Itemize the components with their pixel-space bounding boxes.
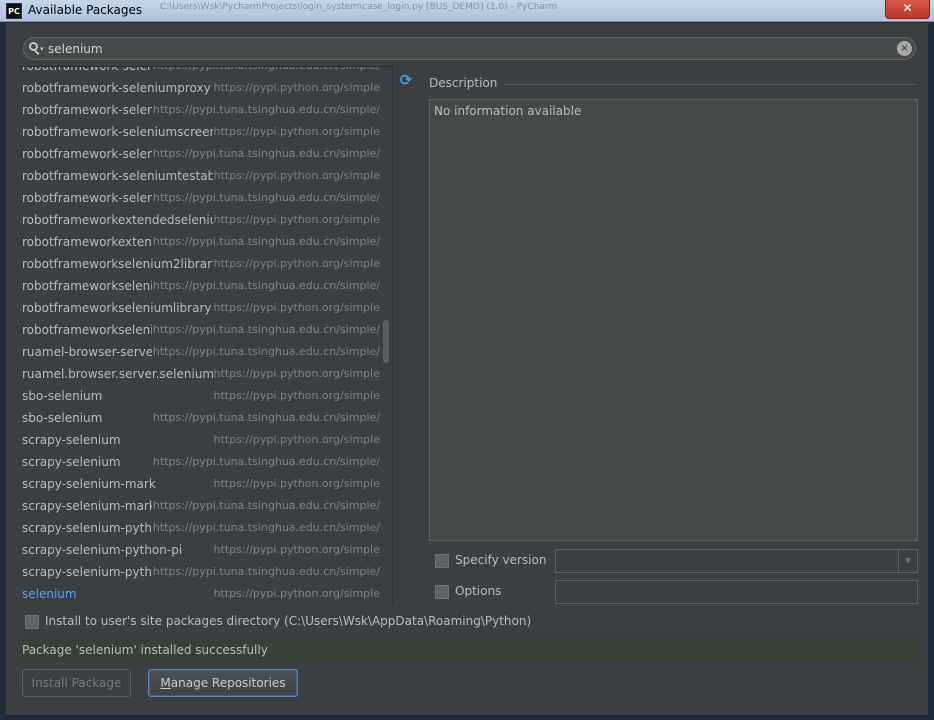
package-repository: https://pypi.python.org/simple: [212, 165, 380, 187]
package-repository: https://pypi.python.org/simple: [212, 363, 380, 385]
package-row[interactable]: robotframeworkselenium2library https://py…: [19, 275, 392, 297]
package-row[interactable]: scrapy-selenium-mark https://pypi.tuna.ts…: [19, 495, 392, 517]
package-repository: https://pypi.python.org/simple: [212, 583, 380, 604]
package-row[interactable]: scrapy-selenium https://pypi.python.org/s…: [19, 429, 392, 451]
package-row[interactable]: robotframework-seleniumscreenshots https:…: [19, 143, 392, 165]
refresh-icon[interactable]: ⟳: [398, 72, 414, 88]
package-repository: https://pypi.tuna.tsinghua.edu.cn/simple…: [151, 99, 380, 121]
package-row[interactable]: robotframework-seleniumtestability https:…: [19, 165, 392, 187]
package-row[interactable]: robotframeworkseleniumlibrary https://pyp…: [19, 297, 392, 319]
title-bar: PC Available Packages C:\Users\Wsk\Pycha…: [0, 0, 934, 22]
package-row[interactable]: robotframeworkselenium2library https://py…: [19, 253, 392, 275]
package-row[interactable]: ruamel.browser.server.selenium https://py…: [19, 363, 392, 385]
package-name: scrapy-selenium: [22, 455, 121, 469]
package-repository: https://pypi.tuna.tsinghua.edu.cn/simple…: [151, 319, 380, 341]
package-row[interactable]: selenium https://pypi.python.org/simple: [19, 583, 392, 604]
package-repository: https://pypi.tuna.tsinghua.edu.cn/simple…: [151, 67, 380, 77]
clear-search-icon[interactable]: ×: [897, 41, 912, 56]
package-name: sbo-selenium: [22, 389, 103, 403]
package-name: scrapy-selenium-python: [22, 521, 167, 535]
options-checkbox[interactable]: [435, 585, 449, 599]
specify-version-checkbox[interactable]: [435, 554, 449, 568]
package-repository: https://pypi.python.org/simple: [212, 121, 380, 143]
package-row[interactable]: robotframework-seleniumtestability https:…: [19, 187, 392, 209]
package-repository: https://pypi.python.org/simple: [212, 297, 380, 319]
package-repository: https://pypi.python.org/simple: [212, 77, 380, 99]
package-repository: https://pypi.python.org/simple: [212, 385, 380, 407]
description-panel: No information available: [429, 99, 918, 541]
status-message: Package 'selenium' installed successfull…: [19, 639, 918, 661]
background-window-title: C:\Users\Wsk\PycharmProjects\login_syste…: [160, 2, 558, 12]
package-row[interactable]: ruamel-browser-server-selenium https://py…: [19, 341, 392, 363]
package-repository: https://pypi.tuna.tsinghua.edu.cn/simple…: [151, 407, 380, 429]
package-repository: https://pypi.tuna.tsinghua.edu.cn/simple…: [151, 495, 380, 517]
package-list-scrollbar[interactable]: [383, 320, 389, 363]
search-icon[interactable]: ▾: [29, 41, 45, 57]
package-repository: https://pypi.python.org/simple: [212, 539, 380, 561]
package-row[interactable]: robotframeworkextendedselenium2library ht…: [19, 209, 392, 231]
description-heading: Description: [429, 76, 498, 90]
package-search-field[interactable]: ▾ ×: [23, 37, 916, 60]
package-name: robotframework-seleniumproxy: [22, 81, 211, 95]
close-button[interactable]: ✕: [885, 0, 930, 19]
options-input[interactable]: [555, 580, 918, 604]
description-text: No information available: [434, 104, 582, 118]
description-separator: [503, 84, 917, 85]
version-select[interactable]: ▼: [555, 549, 918, 573]
package-repository: https://pypi.python.org/simple: [212, 429, 380, 451]
package-repository: https://pypi.tuna.tsinghua.edu.cn/simple…: [151, 561, 380, 583]
package-row[interactable]: scrapy-selenium-python-pi https://pypi.py…: [19, 539, 392, 561]
package-repository: https://pypi.tuna.tsinghua.edu.cn/simple…: [151, 275, 380, 297]
manage-repositories-button[interactable]: Manage Repositories: [148, 669, 298, 697]
package-row[interactable]: sbo-selenium https://pypi.tuna.tsinghua.e…: [19, 407, 392, 429]
package-list[interactable]: robotframework-seleniumlibraryhttps://py…: [19, 66, 392, 604]
package-row[interactable]: robotframework-seleniumscreenshots https:…: [19, 121, 392, 143]
chevron-down-icon[interactable]: ▼: [898, 550, 917, 572]
package-repository: https://pypi.python.org/simple: [212, 473, 380, 495]
package-row[interactable]: robotframework-seleniumproxy https://pypi…: [19, 77, 392, 99]
window-title: Available Packages: [28, 3, 143, 17]
package-name: robotframework-seleniumtestability: [22, 169, 238, 183]
package-name: selenium: [22, 587, 77, 601]
package-name: sbo-selenium: [22, 411, 103, 425]
package-repository: https://pypi.python.org/simple: [212, 209, 380, 231]
package-repository: https://pypi.tuna.tsinghua.edu.cn/simple…: [151, 517, 380, 539]
package-repository: https://pypi.tuna.tsinghua.edu.cn/simple…: [151, 231, 380, 253]
package-row[interactable]: scrapy-selenium-python https://pypi.tuna.…: [19, 517, 392, 539]
package-name: robotframeworkselenium2library: [22, 257, 220, 271]
package-row[interactable]: robotframework-seleniumproxy https://pypi…: [19, 99, 392, 121]
package-repository: https://pypi.tuna.tsinghua.edu.cn/simple…: [151, 451, 380, 473]
package-repository: https://pypi.tuna.tsinghua.edu.cn/simple…: [151, 341, 380, 363]
package-repository: https://pypi.tuna.tsinghua.edu.cn/simple…: [151, 187, 380, 209]
user-site-label[interactable]: Install to user's site packages director…: [45, 614, 531, 628]
package-row[interactable]: robotframeworkseleniumlibrary https://pyp…: [19, 319, 392, 341]
pycharm-app-icon: PC: [6, 3, 22, 19]
package-repository: https://pypi.python.org/simple: [212, 253, 380, 275]
manage-label-rest: anage Repositories: [170, 676, 286, 690]
options-label[interactable]: Options: [455, 584, 501, 598]
list-toolbar: ⟳: [392, 66, 418, 604]
package-name: scrapy-selenium-mark: [22, 499, 156, 513]
package-name: scrapy-selenium-python-pi: [22, 543, 183, 557]
package-row[interactable]: scrapy-selenium-mark https://pypi.python.…: [19, 473, 392, 495]
package-row[interactable]: scrapy-selenium-python-pi https://pypi.tu…: [19, 561, 392, 583]
specify-version-label[interactable]: Specify version: [455, 553, 546, 567]
package-row[interactable]: sbo-selenium https://pypi.python.org/simp…: [19, 385, 392, 407]
package-row[interactable]: robotframework-seleniumlibraryhttps://py…: [19, 67, 392, 77]
package-name: scrapy-selenium-mark: [22, 477, 156, 491]
install-package-button[interactable]: Install Package: [22, 669, 131, 697]
package-repository: https://pypi.tuna.tsinghua.edu.cn/simple…: [151, 143, 380, 165]
package-name: robotframeworkseleniumlibrary: [22, 301, 212, 315]
search-input[interactable]: [48, 40, 888, 57]
user-site-checkbox[interactable]: [25, 615, 39, 629]
package-name: scrapy-selenium: [22, 433, 121, 447]
available-packages-dialog: ▾ × robotframework-seleniumlibraryhttps:…: [6, 23, 928, 715]
package-row[interactable]: scrapy-selenium https://pypi.tuna.tsinghu…: [19, 451, 392, 473]
package-row[interactable]: robotframeworkextendedselenium2library ht…: [19, 231, 392, 253]
manage-mnemonic: M: [160, 676, 171, 690]
package-name: ruamel.browser.server.selenium: [22, 367, 215, 381]
